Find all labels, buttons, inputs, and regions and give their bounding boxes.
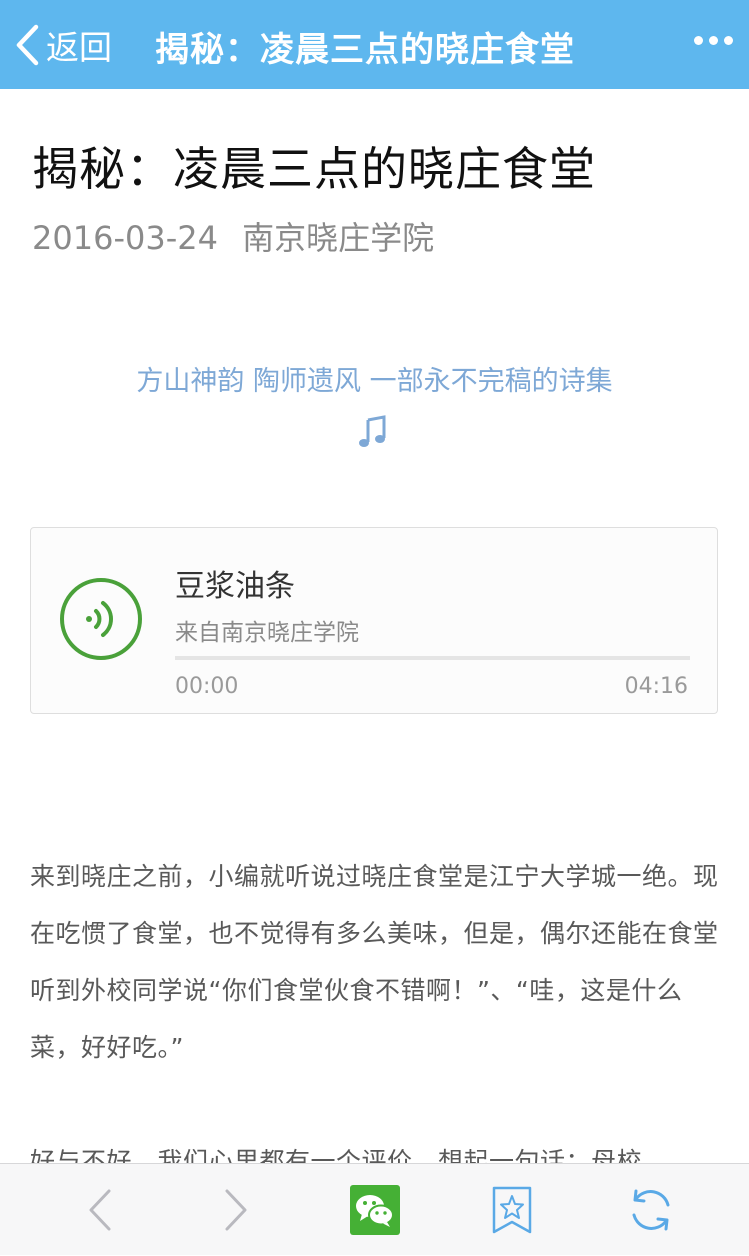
article-title: 揭秘：凌晨三点的晓庄食堂 xyxy=(32,142,596,196)
more-options-icon[interactable] xyxy=(694,36,733,45)
forward-nav-button[interactable] xyxy=(208,1164,264,1256)
wechat-share-button[interactable] xyxy=(348,1164,402,1256)
dot xyxy=(694,36,703,45)
audio-title: 豆浆油条 xyxy=(175,569,295,604)
bookmark-button[interactable] xyxy=(488,1164,536,1256)
publish-date: 2016-03-24 xyxy=(32,219,218,257)
bookmark-star-icon xyxy=(492,1186,532,1234)
back-nav-button[interactable] xyxy=(72,1164,128,1256)
author-link[interactable]: 南京晓庄学院 xyxy=(242,219,434,257)
article-meta: 2016-03-24 南京晓庄学院 xyxy=(32,213,434,259)
dot xyxy=(709,36,718,45)
audio-player-card: 豆浆油条 来自南京晓庄学院 00:00 04:16 xyxy=(30,527,718,714)
dot xyxy=(724,36,733,45)
paragraph: 来到晓庄之前，小编就听说过晓庄食堂是江宁大学城一绝。现在吃惯了食堂，也不觉得有多… xyxy=(30,862,719,1062)
audio-source: 来自南京晓庄学院 xyxy=(175,620,359,646)
audio-duration: 04:16 xyxy=(624,674,688,699)
forward-arrow-icon xyxy=(225,1189,247,1231)
back-button[interactable]: 返回 xyxy=(14,20,112,70)
audio-current-time: 00:00 xyxy=(175,674,239,699)
sound-wave-icon xyxy=(86,601,113,637)
chevron-left-icon xyxy=(16,24,39,66)
article-subtitle: 方山神韵 陶师遗风 一部永不完稿的诗集 xyxy=(136,366,613,397)
bottom-toolbar xyxy=(0,1163,749,1255)
refresh-button[interactable] xyxy=(624,1164,678,1256)
back-arrow-icon xyxy=(89,1189,111,1231)
refresh-icon xyxy=(632,1189,670,1231)
back-label: 返回 xyxy=(46,28,112,67)
audio-progress-bar[interactable] xyxy=(175,656,690,660)
nav-title: 揭秘：凌晨三点的晓庄食堂 xyxy=(155,30,575,70)
music-note-icon xyxy=(359,415,386,447)
audio-play-button[interactable] xyxy=(60,578,142,660)
wechat-icon xyxy=(350,1185,400,1235)
nav-bar: 返回 揭秘：凌晨三点的晓庄食堂 xyxy=(0,0,749,89)
